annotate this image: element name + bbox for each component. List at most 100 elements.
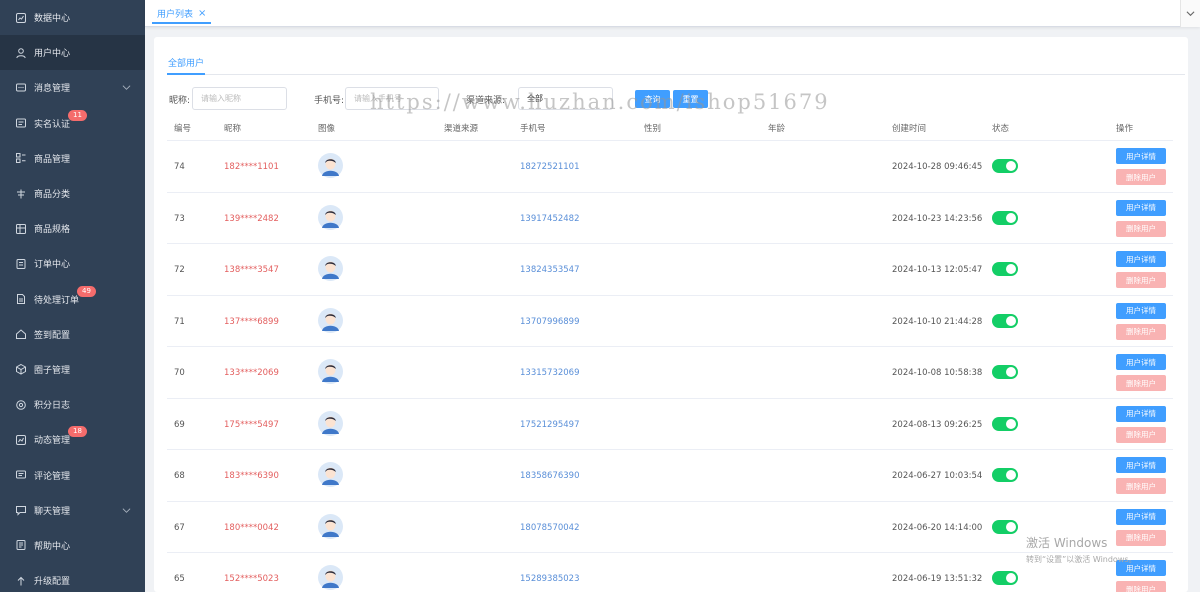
- status-toggle[interactable]: [992, 468, 1018, 482]
- delete-user-button[interactable]: 删除用户: [1116, 169, 1166, 185]
- delete-user-button[interactable]: 删除用户: [1116, 478, 1166, 494]
- order-icon: [15, 258, 27, 270]
- sidebar-item-label: 商品分类: [34, 190, 71, 201]
- user-detail-button[interactable]: 用户详情: [1116, 199, 1166, 216]
- delete-user-button[interactable]: 删除用户: [1116, 220, 1166, 237]
- channel-label: 渠道来源:: [466, 96, 506, 106]
- sidebar-item-label: 订单中心: [34, 260, 71, 271]
- header-actions: 操作: [1116, 124, 1134, 134]
- sidebar-item-label: 实名认证: [34, 119, 71, 130]
- filter-bar: 昵称: 请输入昵称 手机号: 请输入手机号 渠道来源: 全部 查询 重置: [169, 87, 869, 110]
- chevron-down-icon: [122, 508, 131, 513]
- sidebar-item-product-management[interactable]: 商品管理: [0, 141, 145, 176]
- tag-user-list[interactable]: 用户列表 ×: [152, 4, 212, 24]
- user-detail-button[interactable]: 用户详情: [1116, 405, 1166, 422]
- user-detail-button[interactable]: 用户详情: [1116, 508, 1166, 525]
- count-badge: 18: [68, 426, 87, 438]
- tag-label: 用户列表: [157, 9, 194, 20]
- status-toggle[interactable]: [992, 571, 1018, 585]
- tags-bar: 用户列表 ×: [145, 0, 1200, 27]
- sidebar-item-feed-management[interactable]: 动态管理 18: [0, 422, 145, 457]
- search-button[interactable]: 查询: [635, 90, 670, 108]
- sidebar-item-help-center[interactable]: 帮助中心: [0, 528, 145, 563]
- row-nickname: 139****2482: [224, 213, 279, 224]
- status-toggle[interactable]: [992, 365, 1018, 379]
- sidebar-item-order-center[interactable]: 订单中心: [0, 246, 145, 281]
- row-nickname: 138****3547: [224, 265, 279, 275]
- row-created-time: 2024-08-13 09:26:25: [892, 419, 983, 430]
- tabs: 全部用户: [167, 52, 1185, 75]
- sidebar-item-label: 数据中心: [34, 14, 71, 25]
- close-icon[interactable]: ×: [198, 8, 206, 19]
- status-toggle[interactable]: [992, 159, 1018, 173]
- row-nickname: 137****6899: [224, 316, 279, 327]
- user-detail-button[interactable]: 用户详情: [1116, 302, 1166, 319]
- sidebar-item-message-management[interactable]: 消息管理: [0, 70, 145, 105]
- table-row: 65 152****5023 15289385023 2024-06-19 13:51…: [167, 553, 1173, 592]
- table-row: 74 182****1101 18272521101 2024-10-28 09:46…: [167, 141, 1173, 193]
- phone-input[interactable]: 请输入手机号: [345, 87, 439, 110]
- user-detail-button[interactable]: 用户详情: [1116, 354, 1166, 370]
- channel-select[interactable]: 全部: [518, 87, 613, 110]
- sidebar-item-pending-orders[interactable]: 待处理订单 49: [0, 282, 145, 317]
- status-toggle[interactable]: [992, 416, 1018, 431]
- sidebar: 数据中心用户中心 消息管理 实名认证 11 商品管理商品分类商品规格订单中心待处理订单 4…: [0, 0, 145, 592]
- row-id: 65: [174, 574, 185, 584]
- row-created-time: 2024-10-10 21:44:28: [892, 316, 983, 327]
- delete-user-button[interactable]: 删除用户: [1116, 375, 1166, 391]
- status-toggle[interactable]: [992, 519, 1018, 534]
- row-created-time: 2024-06-20 14:14:00: [892, 522, 983, 533]
- table-row: 68 183****6390 18358676390 2024-06-27 10:03…: [167, 450, 1173, 502]
- sidebar-item-label: 动态管理: [34, 436, 71, 447]
- row-phone: 15289385023: [520, 574, 580, 584]
- delete-user-button[interactable]: 删除用户: [1116, 581, 1166, 592]
- nickname-input[interactable]: 请输入昵称: [192, 87, 287, 110]
- sidebar-item-chat-management[interactable]: 聊天管理: [0, 493, 145, 528]
- sidebar-item-user-center[interactable]: 用户中心: [0, 35, 145, 71]
- row-nickname: 180****0042: [224, 522, 279, 533]
- sidebar-item-upgrade-config[interactable]: 升级配置: [0, 563, 145, 592]
- user-detail-button[interactable]: 用户详情: [1116, 457, 1166, 473]
- row-created-time: 2024-10-13 12:05:47: [892, 265, 983, 275]
- row-nickname: 182****1101: [224, 162, 279, 172]
- row-created-time: 2024-06-27 10:03:54: [892, 471, 983, 481]
- category-icon: [15, 188, 27, 200]
- sidebar-item-product-category[interactable]: 商品分类: [0, 176, 145, 211]
- tab-all-users[interactable]: 全部用户: [167, 52, 206, 75]
- chart-box-icon: [15, 12, 27, 24]
- delete-user-button[interactable]: 删除用户: [1116, 426, 1166, 443]
- header-id: 编号: [174, 124, 192, 134]
- user-detail-button[interactable]: 用户详情: [1116, 251, 1166, 267]
- row-id: 70: [174, 368, 185, 378]
- sidebar-item-product-spec[interactable]: 商品规格: [0, 211, 145, 246]
- status-toggle[interactable]: [992, 210, 1018, 225]
- status-toggle[interactable]: [992, 262, 1018, 276]
- user-detail-button[interactable]: 用户详情: [1116, 148, 1166, 164]
- status-toggle[interactable]: [992, 313, 1018, 328]
- avatar: [318, 513, 343, 539]
- sidebar-item-label: 帮助中心: [34, 541, 71, 552]
- tags-dropdown-button[interactable]: [1180, 0, 1200, 27]
- avatar: [318, 204, 343, 230]
- sidebar-item-comment-management[interactable]: 评论管理: [0, 457, 145, 492]
- phone-label: 手机号:: [314, 96, 345, 106]
- delete-user-button[interactable]: 删除用户: [1116, 529, 1166, 546]
- chevron-down-icon: [1186, 11, 1195, 17]
- row-nickname: 175****5497: [224, 419, 279, 430]
- sidebar-item-real-name-auth[interactable]: 实名认证 11: [0, 106, 145, 141]
- user-detail-button[interactable]: 用户详情: [1116, 560, 1166, 576]
- header-gender: 性别: [644, 124, 662, 134]
- reset-button[interactable]: 重置: [673, 90, 708, 108]
- sidebar-item-checkin-config[interactable]: 签到配置: [0, 317, 145, 352]
- table-row: 70 133****2069 13315732069 2024-10-08 10:58…: [167, 347, 1173, 399]
- row-id: 72: [174, 265, 185, 275]
- delete-user-button[interactable]: 删除用户: [1116, 323, 1166, 340]
- row-phone: 18358676390: [520, 471, 580, 481]
- row-id: 67: [174, 522, 185, 533]
- delete-user-button[interactable]: 删除用户: [1116, 272, 1166, 288]
- sidebar-item-points-log[interactable]: 积分日志: [0, 387, 145, 422]
- sidebar-item-circle-management[interactable]: 圈子管理: [0, 352, 145, 387]
- sidebar-item-data-center[interactable]: 数据中心: [0, 0, 145, 35]
- row-created-time: 2024-06-19 13:51:32: [892, 574, 983, 584]
- message-icon: [15, 82, 27, 94]
